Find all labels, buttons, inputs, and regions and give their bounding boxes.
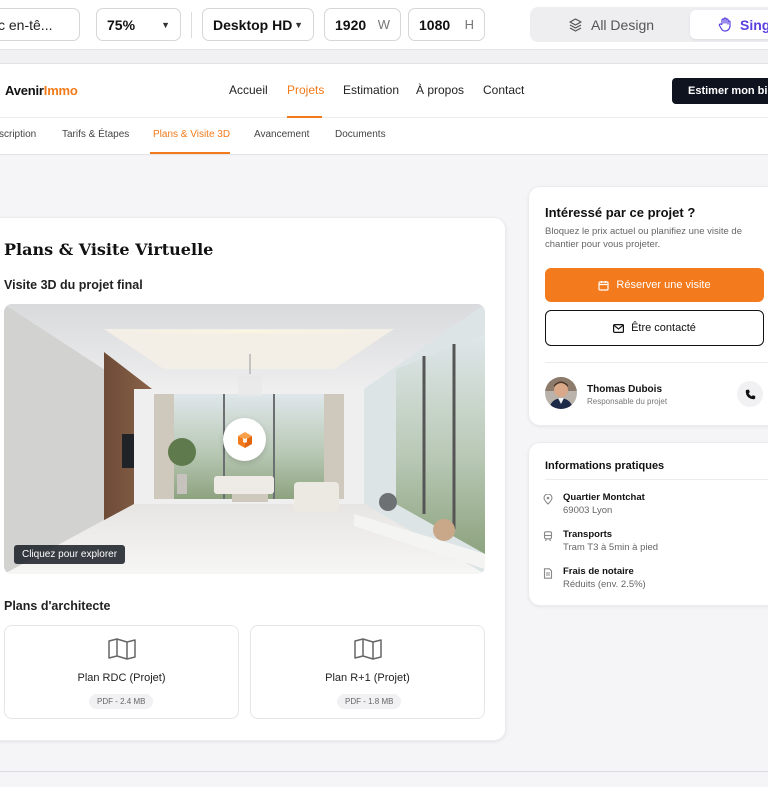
info-title: Informations pratiques — [545, 460, 665, 472]
device-dropdown[interactable]: Desktop HD ▼ — [202, 8, 314, 41]
site-header: AvenirImmo Accueil Projets Estimation À … — [0, 64, 768, 118]
height-input[interactable]: 1080 H — [408, 8, 485, 41]
plan-name: Plan RDC (Projet) — [77, 672, 166, 684]
info-value-transport: Tram T3 à 5min à pied — [563, 542, 659, 553]
header-selector-value: c en-tê... — [0, 16, 53, 33]
mode-single-label: Singl — [740, 16, 768, 33]
contact-label: Être contacté — [631, 322, 696, 334]
content-divider — [0, 771, 768, 772]
nav-a-propos[interactable]: À propos — [416, 83, 464, 97]
width-value: 1920 — [335, 16, 367, 33]
canvas-gutter — [0, 50, 768, 64]
mode-single-button[interactable]: Singl — [690, 10, 768, 39]
info-label-transport: Transports — [563, 529, 613, 540]
explore-label: Cliquez pour explorer — [14, 545, 126, 564]
section-title: Plans & Visite Virtuelle — [4, 240, 214, 259]
info-card: Informations pratiques Quartier Montchat… — [528, 442, 768, 606]
calendar-icon — [598, 280, 610, 291]
info-value-notary: Réduits (env. 2.5%) — [563, 579, 646, 590]
contact-button[interactable]: Être contacté — [545, 310, 764, 346]
mail-icon — [613, 323, 625, 333]
estimate-button[interactable]: Estimer mon bien — [672, 78, 768, 104]
plan-name: Plan R+1 (Projet) — [325, 672, 410, 684]
header-selector[interactable]: c en-tê... — [0, 8, 80, 41]
document-icon — [543, 568, 553, 579]
tab-active-indicator — [150, 152, 230, 154]
tour-launch-button[interactable] — [223, 418, 266, 461]
tab-description[interactable]: scription — [0, 129, 36, 140]
editor-toolbar: c en-tê... 75% ▼ Desktop HD ▼ 1920 W 108… — [0, 0, 768, 50]
map-icon — [108, 638, 136, 660]
mode-all-label: All Design — [590, 16, 655, 33]
train-icon — [543, 531, 553, 542]
mode-all-design-button[interactable]: All Design — [536, 10, 686, 39]
zoom-value: 75% — [107, 16, 136, 33]
width-unit: W — [377, 17, 390, 32]
reserve-visit-label: Réserver une visite — [616, 279, 711, 291]
nav-accueil[interactable]: Accueil — [229, 83, 268, 97]
cube-icon — [237, 431, 252, 448]
device-value: Desktop HD — [213, 16, 293, 33]
tab-tarifs[interactable]: Tarifs & Étapes — [62, 129, 129, 140]
nav-contact[interactable]: Contact — [483, 83, 524, 97]
view-mode-toggle: All Design Singl — [530, 7, 768, 42]
avatar — [545, 377, 577, 409]
map-pin-icon — [543, 494, 553, 505]
divider — [545, 362, 768, 363]
interest-title: Intéressé par ce projet ? — [545, 205, 696, 220]
plan-size-badge: PDF - 2.4 MB — [89, 694, 154, 709]
plan-card-r1[interactable]: Plan R+1 (Projet) PDF - 1.8 MB — [250, 625, 485, 719]
agent-name: Thomas Dubois — [587, 384, 663, 395]
info-label-notary: Frais de notaire — [563, 566, 634, 577]
interest-description: Bloquez le prix actuel ou planifiez une … — [545, 226, 742, 250]
reserve-visit-button[interactable]: Réserver une visite — [545, 268, 764, 302]
tab-plans[interactable]: Plans & Visite 3D — [153, 129, 230, 140]
nav-projets[interactable]: Projets — [287, 83, 324, 97]
tab-documents[interactable]: Documents — [335, 129, 386, 140]
logo-accent: Immo — [43, 83, 78, 98]
project-tabs: scription Tarifs & Étapes Plans & Visite… — [0, 118, 768, 155]
divider — [545, 479, 768, 480]
chevron-down-icon: ▼ — [161, 19, 170, 30]
hand-icon — [718, 17, 731, 32]
agent-role: Responsable du projet — [587, 397, 668, 406]
plan-size-badge: PDF - 1.8 MB — [337, 694, 402, 709]
info-value-location: 69003 Lyon — [563, 505, 613, 516]
layers-icon — [569, 17, 582, 32]
plans-heading: Plans d'architecte — [4, 599, 111, 613]
phone-icon — [745, 389, 755, 399]
height-unit: H — [464, 17, 474, 32]
height-value: 1080 — [419, 16, 451, 33]
chevron-down-icon: ▼ — [294, 19, 303, 30]
plan-card-rdc[interactable]: Plan RDC (Projet) PDF - 2.4 MB — [4, 625, 239, 719]
zoom-dropdown[interactable]: 75% ▼ — [96, 8, 181, 41]
map-icon — [354, 638, 382, 660]
logo-main: Avenir — [5, 83, 44, 98]
site-logo[interactable]: AvenirImmo — [5, 83, 78, 98]
tab-avancement[interactable]: Avancement — [254, 129, 309, 140]
toolbar-divider — [191, 12, 192, 38]
nav-estimation[interactable]: Estimation — [343, 83, 399, 97]
width-input[interactable]: 1920 W — [324, 8, 401, 41]
call-agent-button[interactable] — [737, 381, 763, 407]
interest-card: Intéressé par ce projet ? Bloquez le pri… — [528, 186, 768, 426]
info-label-location: Quartier Montchat — [563, 492, 645, 503]
visit-heading: Visite 3D du projet final — [4, 278, 143, 292]
